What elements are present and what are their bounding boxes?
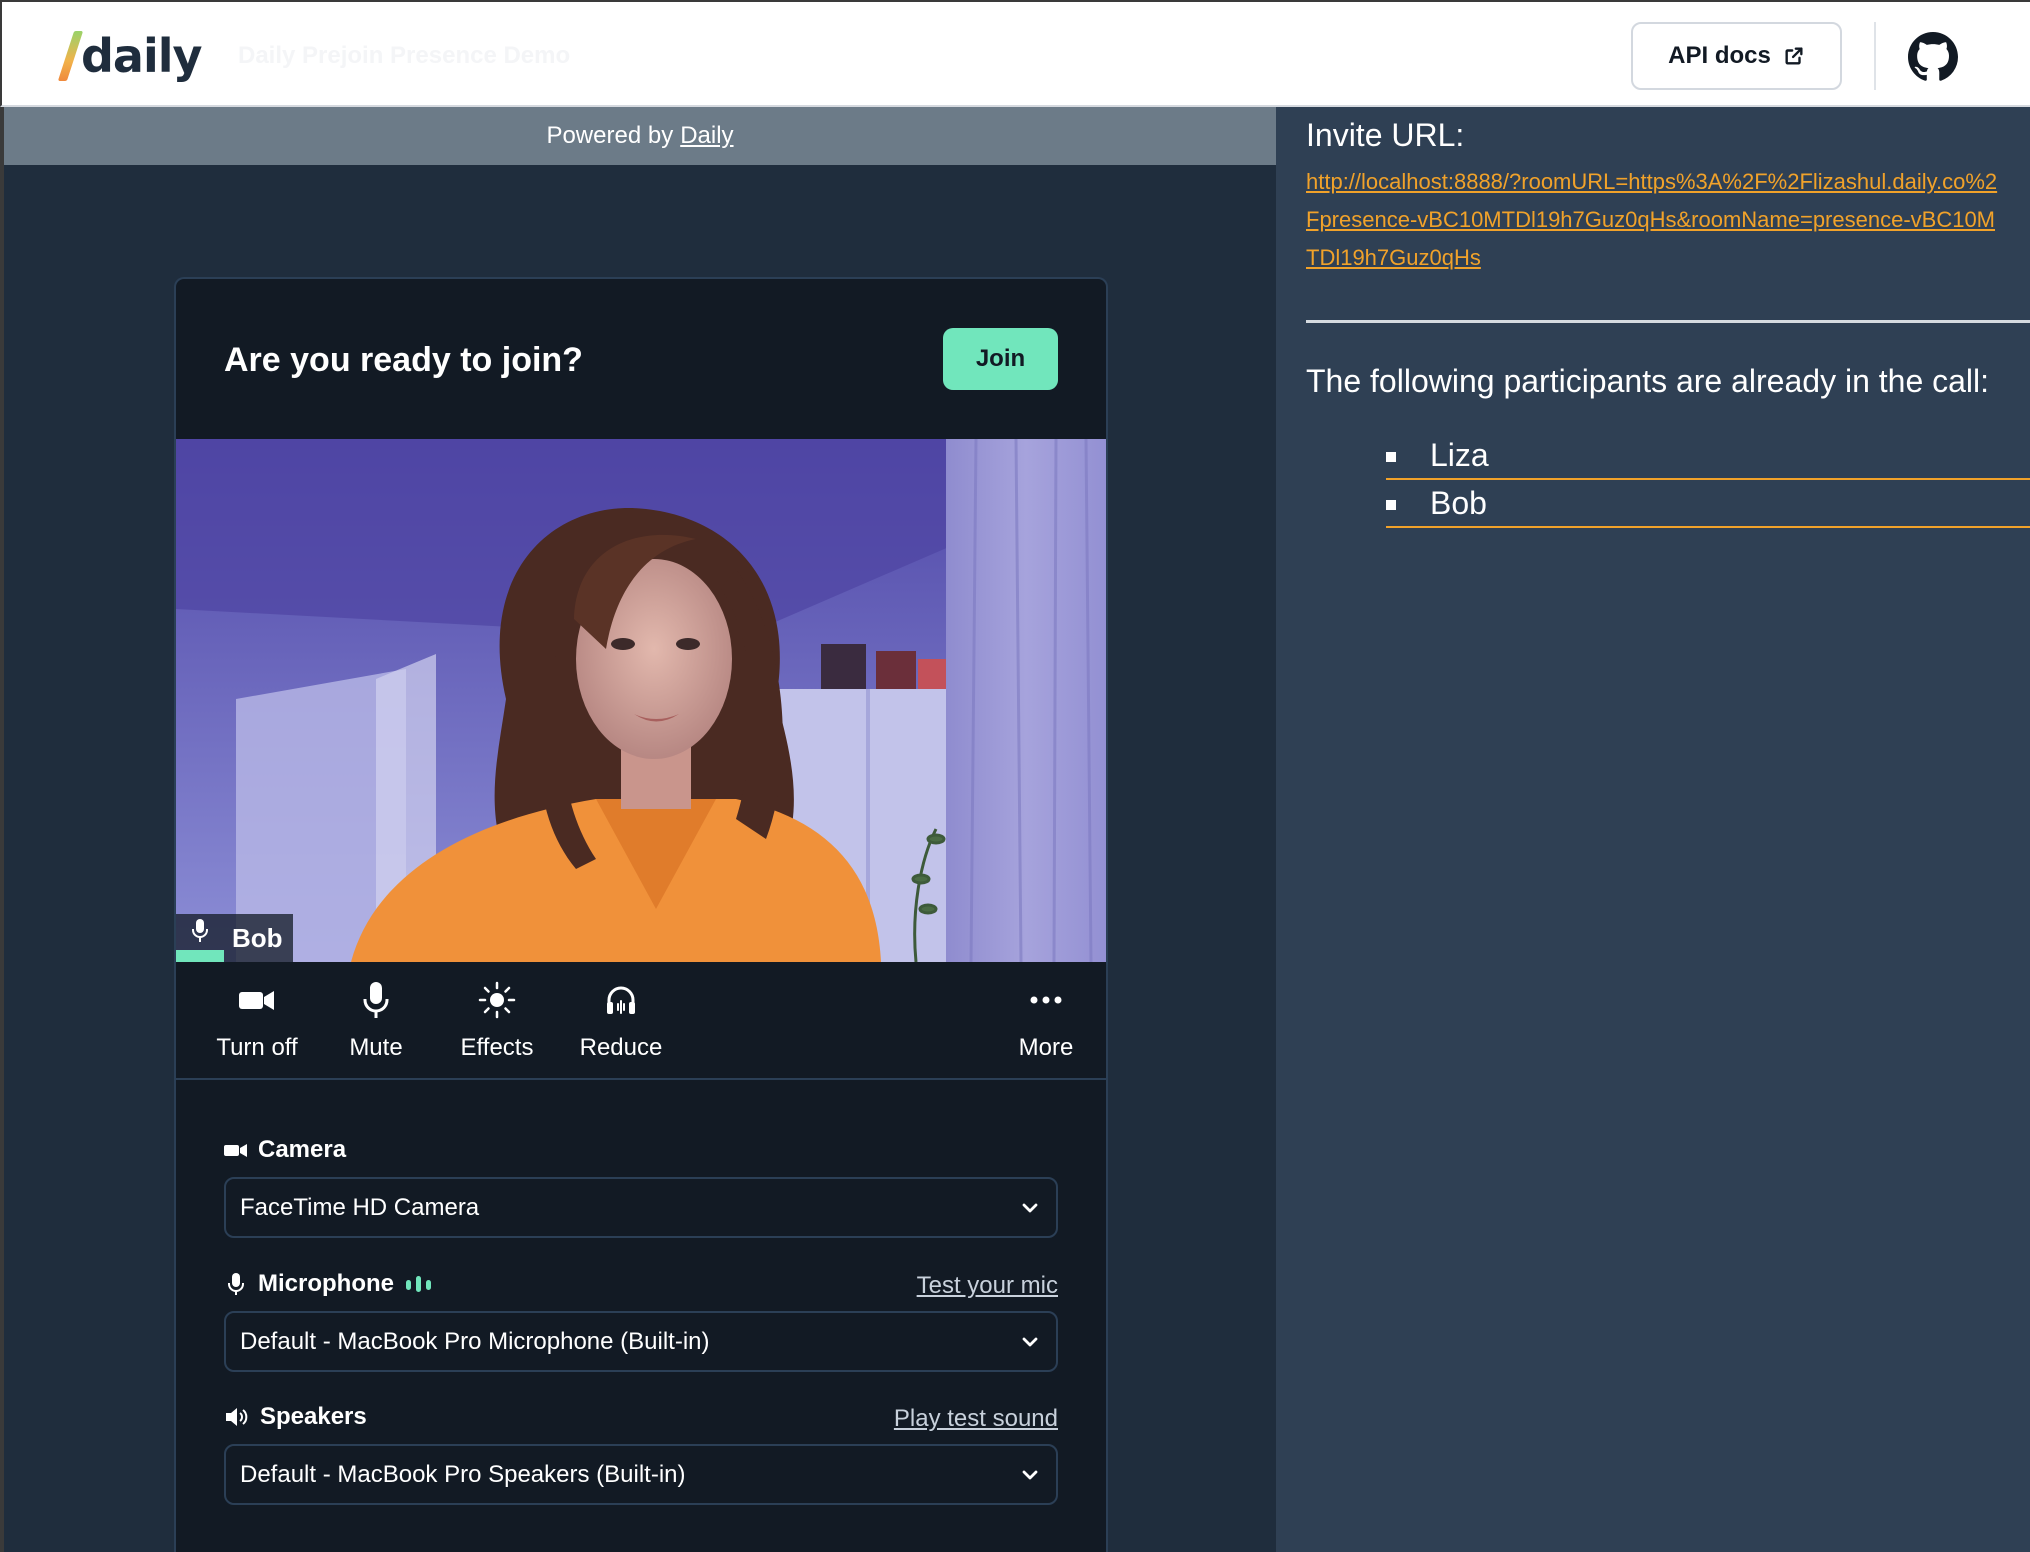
camera-select[interactable]: FaceTime HD Camera: [224, 1177, 1058, 1238]
chevron-down-icon: [1022, 1337, 1038, 1346]
prejoin-card: Are you ready to join? Join Bob Turn off…: [174, 277, 1108, 1552]
microphone-icon: [363, 982, 389, 1018]
camera-select-value: FaceTime HD Camera: [240, 1193, 480, 1221]
participants-list: Liza Bob: [1386, 432, 2030, 528]
header-divider: [1874, 22, 1876, 90]
microphone-select-value: Default - MacBook Pro Microphone (Built-…: [240, 1327, 710, 1355]
mute-label: Mute: [349, 1034, 403, 1061]
participant-item: Bob: [1386, 480, 2030, 528]
powered-by-text: Powered by: [546, 122, 674, 149]
external-link-icon: [1785, 47, 1803, 65]
microphone-select[interactable]: Default - MacBook Pro Microphone (Built-…: [224, 1311, 1058, 1372]
participant-name: Bob: [232, 922, 283, 953]
section-divider: [1306, 320, 2030, 323]
api-docs-label: API docs: [1668, 42, 1771, 69]
github-icon: [1908, 32, 1958, 81]
mic-level-bar: [176, 950, 224, 962]
github-link[interactable]: [1908, 32, 1958, 82]
play-test-sound-link[interactable]: Play test sound: [894, 1405, 1058, 1433]
camera-label: Camera: [258, 1136, 347, 1163]
app-header: daily Daily Prejoin Presence Demo API do…: [0, 0, 2030, 107]
more-label: More: [1018, 1034, 1074, 1061]
more-button[interactable]: More: [1014, 980, 1078, 1062]
camera-preview: Bob: [176, 439, 1106, 962]
device-controls-bar: Turn off Mute Effects Reduce More: [176, 962, 1106, 1080]
speakers-select[interactable]: Default - MacBook Pro Speakers (Built-in…: [224, 1444, 1058, 1505]
noise-reduce-button[interactable]: Reduce: [578, 980, 664, 1062]
effects-label: Effects: [460, 1034, 534, 1061]
camera-toggle-button[interactable]: Turn off: [213, 980, 301, 1062]
prejoin-header: Are you ready to join? Join: [176, 279, 1106, 439]
invite-url-link[interactable]: http://localhost:8888/?roomURL=https%3A%…: [1306, 163, 2006, 277]
daily-logo[interactable]: daily: [57, 26, 202, 86]
chevron-down-icon: [1022, 1470, 1038, 1479]
microphone-icon: [228, 1273, 244, 1295]
powered-by-daily-link[interactable]: Daily: [680, 122, 733, 150]
camera-toggle-label: Turn off: [216, 1034, 298, 1061]
powered-by-bar: Powered by Daily: [4, 107, 1276, 165]
speakers-select-value: Default - MacBook Pro Speakers (Built-in…: [240, 1460, 686, 1488]
microphone-setting: Microphone Test your mic Default - MacBo…: [224, 1268, 1058, 1372]
speaker-icon: [226, 1408, 248, 1426]
noise-reduce-label: Reduce: [579, 1034, 663, 1061]
microphone-label: Microphone: [258, 1270, 394, 1297]
join-button[interactable]: Join: [943, 328, 1058, 390]
participant-name-tag: Bob: [176, 914, 293, 962]
participants-title: The following participants are already i…: [1306, 363, 1990, 399]
headphones-icon: [607, 986, 635, 1014]
logo-slash-icon: [57, 31, 84, 81]
speakers-label: Speakers: [260, 1403, 367, 1430]
prejoin-title: Are you ready to join?: [224, 341, 583, 379]
effects-button[interactable]: Effects: [458, 980, 536, 1062]
camera-setting: Camera FaceTime HD Camera: [224, 1134, 1058, 1238]
video-camera-icon: [224, 1144, 247, 1157]
test-mic-link[interactable]: Test your mic: [917, 1272, 1058, 1300]
sun-icon: [478, 981, 516, 1019]
presence-panel: Invite URL: http://localhost:8888/?roomU…: [1276, 107, 2030, 1552]
app-title: Daily Prejoin Presence Demo: [238, 42, 571, 69]
api-docs-button[interactable]: API docs: [1631, 22, 1842, 90]
camera-preview-image: [176, 439, 1106, 962]
mic-level-indicator: [176, 914, 224, 962]
logo-text: daily: [81, 29, 202, 83]
participant-item: Liza: [1386, 432, 2030, 480]
more-dots-icon: [1030, 996, 1062, 1004]
audio-level-icon: [406, 1276, 431, 1292]
invite-title: Invite URL:: [1306, 117, 1465, 153]
speakers-setting: Speakers Play test sound Default - MacBo…: [224, 1401, 1058, 1505]
microphone-icon: [192, 919, 208, 942]
call-frame-region: Powered by Daily Are you ready to join? …: [0, 107, 1276, 1552]
video-camera-icon: [239, 991, 274, 1010]
mute-button[interactable]: Mute: [346, 980, 406, 1062]
chevron-down-icon: [1022, 1203, 1038, 1212]
